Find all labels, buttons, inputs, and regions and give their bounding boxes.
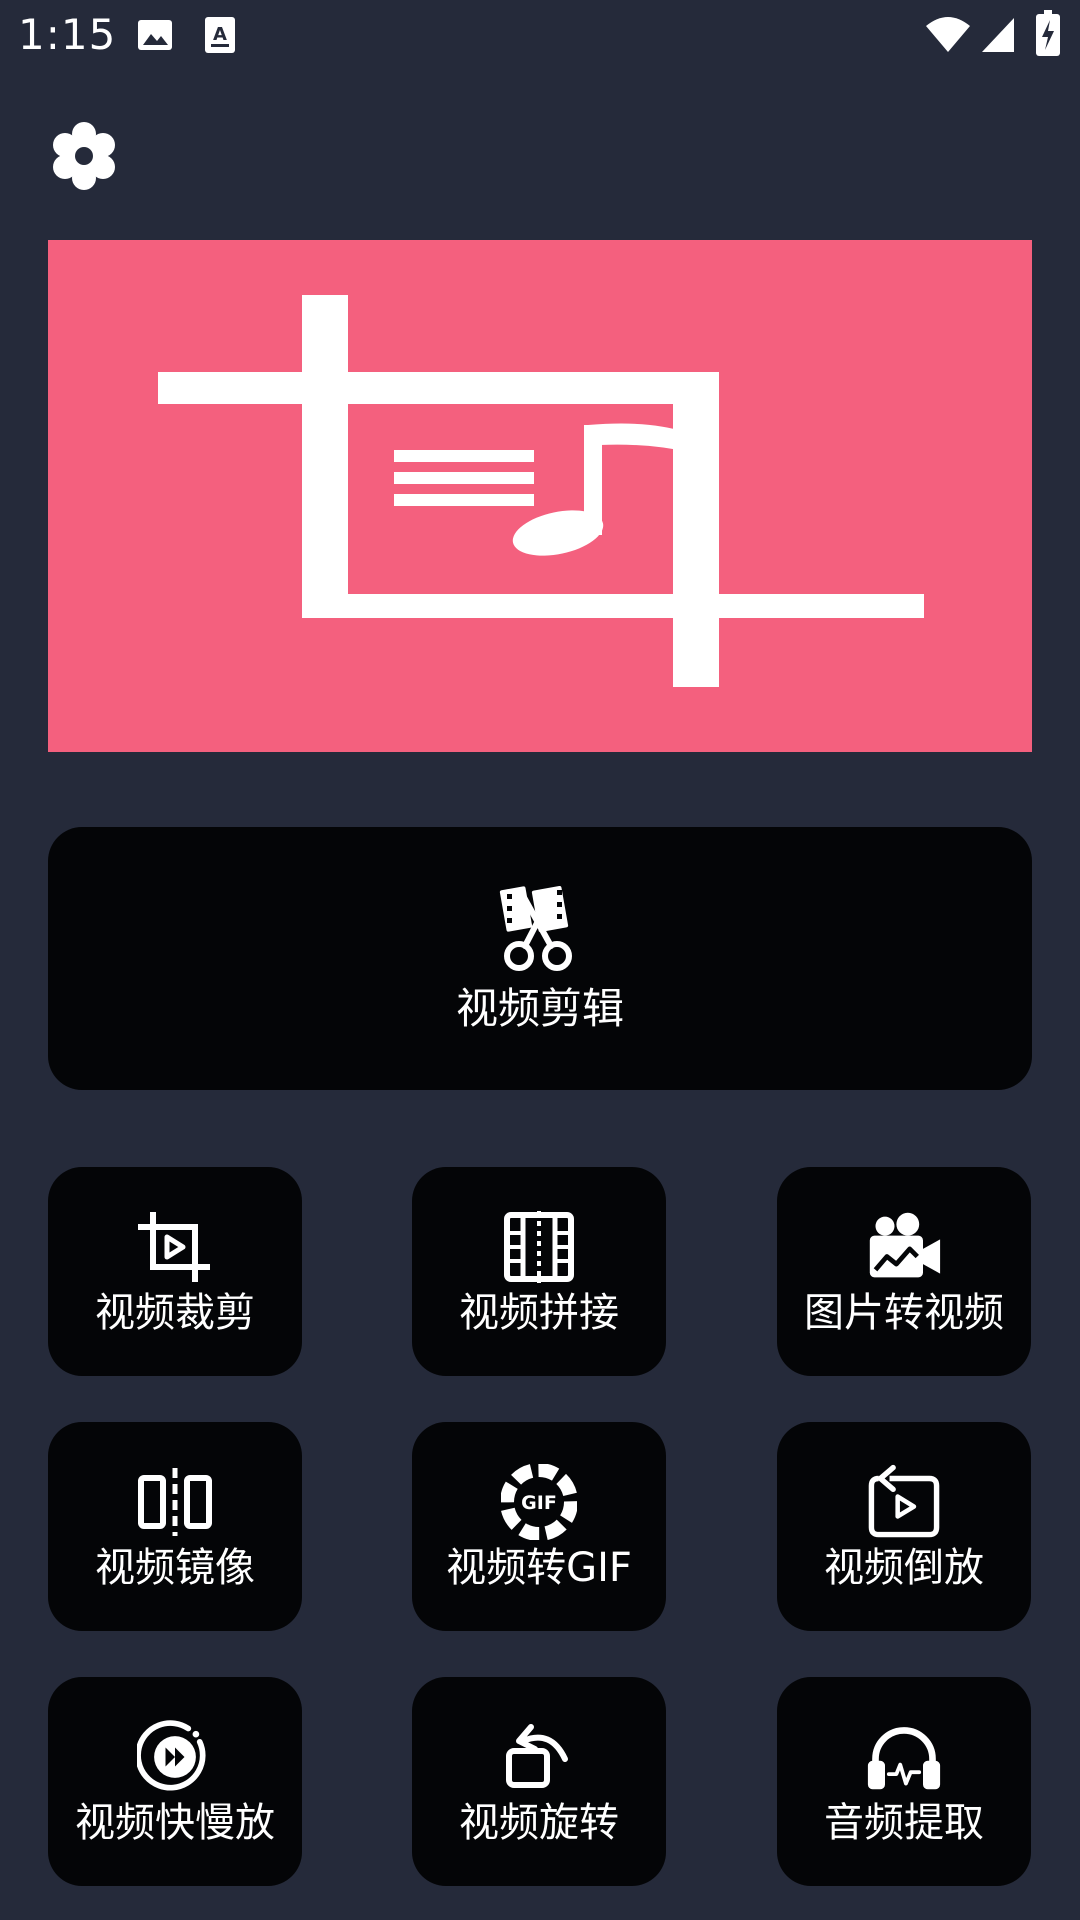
image-icon bbox=[138, 20, 172, 50]
wifi-icon bbox=[926, 17, 970, 52]
video-crop-label: 视频裁剪 bbox=[95, 1289, 255, 1336]
reverse-play-icon bbox=[868, 1464, 940, 1537]
film-scissors-icon bbox=[499, 886, 572, 972]
mirror-icon bbox=[138, 1467, 212, 1536]
audio-extract-button[interactable]: 音频提取 bbox=[777, 1677, 1031, 1886]
video-mirror-label: 视频镜像 bbox=[95, 1544, 255, 1591]
video-speed-button[interactable]: 视频快慢放 bbox=[48, 1677, 302, 1886]
svg-text:GIF: GIF bbox=[521, 1492, 557, 1514]
audio-extract-label: 音频提取 bbox=[824, 1799, 984, 1846]
gif-icon: GIF bbox=[501, 1463, 577, 1540]
video-crop-button[interactable]: 视频裁剪 bbox=[48, 1167, 302, 1376]
video-reverse-button[interactable]: 视频倒放 bbox=[777, 1422, 1031, 1631]
video-rotate-button[interactable]: 视频旋转 bbox=[412, 1677, 666, 1886]
crop-play-icon bbox=[138, 1211, 210, 1282]
rotate-icon bbox=[506, 1723, 568, 1788]
video-to-gif-button[interactable]: GIF 视频转GIF bbox=[412, 1422, 666, 1631]
film-join-icon bbox=[504, 1210, 574, 1283]
status-bar: 1:15 A bbox=[0, 0, 1080, 72]
video-join-button[interactable]: 视频拼接 bbox=[412, 1167, 666, 1376]
status-time: 1:15 bbox=[18, 10, 117, 59]
video-join-label: 视频拼接 bbox=[459, 1289, 619, 1336]
svg-text:A: A bbox=[213, 24, 227, 45]
video-to-gif-label: 视频转GIF bbox=[446, 1544, 632, 1591]
headphones-icon bbox=[867, 1726, 941, 1789]
signal-icon bbox=[982, 18, 1014, 52]
accessibility-app-icon: A bbox=[205, 17, 235, 53]
gear-icon[interactable] bbox=[44, 120, 124, 192]
video-rotate-label: 视频旋转 bbox=[459, 1799, 619, 1846]
battery-charging-icon bbox=[1036, 10, 1060, 56]
video-speed-label: 视频快慢放 bbox=[75, 1799, 275, 1846]
picture-camera-icon bbox=[869, 1212, 941, 1277]
image-to-video-label: 图片转视频 bbox=[804, 1289, 1004, 1336]
fast-forward-icon bbox=[137, 1719, 206, 1791]
banner-background bbox=[48, 240, 1032, 752]
video-mirror-button[interactable]: 视频镜像 bbox=[48, 1422, 302, 1631]
video-reverse-label: 视频倒放 bbox=[824, 1544, 984, 1591]
banner bbox=[48, 240, 1032, 752]
image-to-video-button[interactable]: 图片转视频 bbox=[777, 1167, 1031, 1376]
video-edit-button[interactable]: 视频剪辑 bbox=[48, 827, 1032, 1090]
video-edit-label: 视频剪辑 bbox=[455, 984, 624, 1034]
